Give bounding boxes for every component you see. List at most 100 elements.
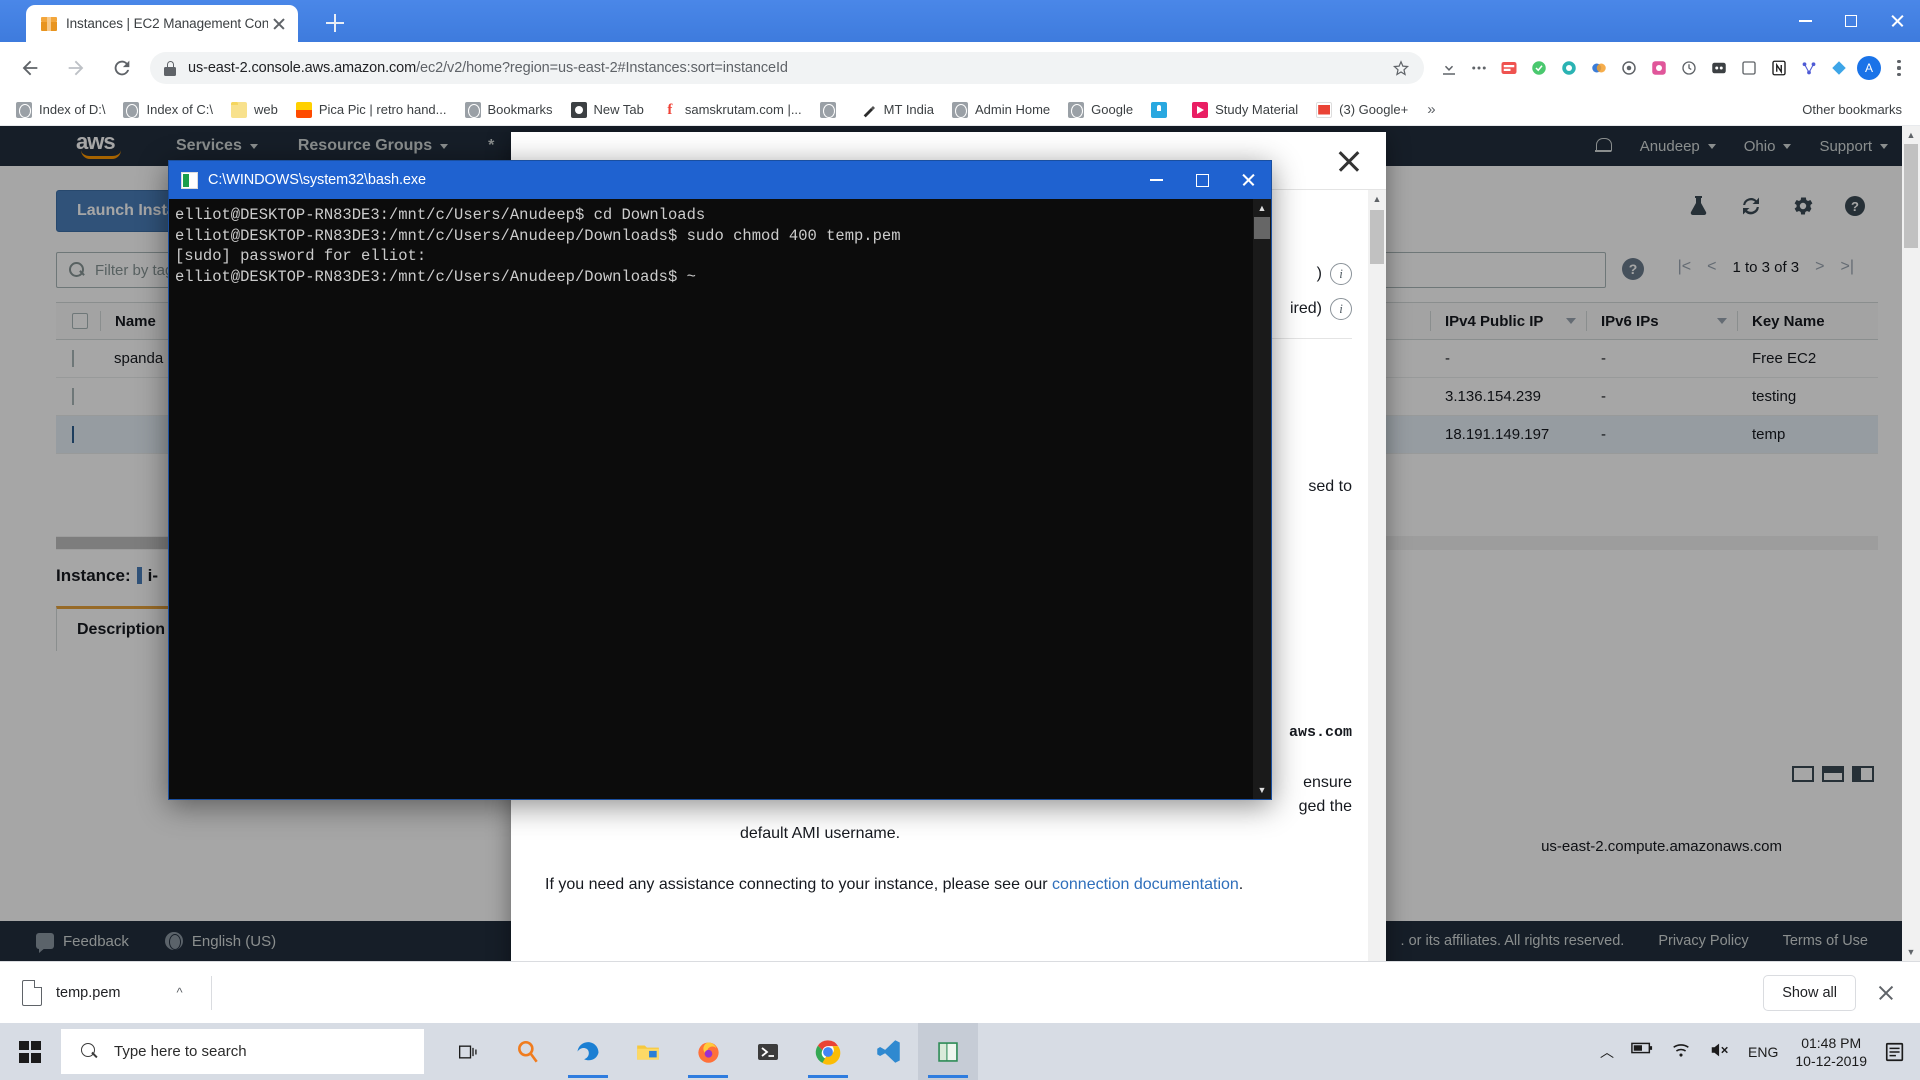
close-icon[interactable] xyxy=(1225,161,1271,199)
download-item[interactable]: temp.pem ^ xyxy=(22,971,197,1015)
download-icon[interactable] xyxy=(1434,53,1464,83)
language-indicator[interactable]: ENG xyxy=(1748,1044,1778,1060)
maximize-icon[interactable] xyxy=(1828,0,1874,42)
back-icon[interactable] xyxy=(10,48,50,88)
battery-icon[interactable] xyxy=(1631,1041,1653,1063)
modal-text-default-ami: default AMI username. xyxy=(740,825,901,843)
extension-green-icon[interactable] xyxy=(1524,53,1554,83)
bookmarks-bar: Index of D:\ Index of C:\ web Pica Pic |… xyxy=(0,94,1920,126)
browser-tab[interactable]: Instances | EC2 Management Con xyxy=(26,5,298,42)
chrome-icon[interactable] xyxy=(798,1023,858,1080)
connection-documentation-link[interactable]: connection documentation xyxy=(1052,876,1239,893)
firefox-icon[interactable] xyxy=(678,1023,738,1080)
info-icon[interactable]: i xyxy=(1330,298,1352,321)
scroll-down-arrow[interactable]: ▼ xyxy=(1253,781,1271,799)
bookmark-pica-pic[interactable]: Pica Pic | retro hand... xyxy=(288,97,455,123)
modal-scrollbar[interactable]: ▲ ▼ xyxy=(1368,190,1386,961)
modal-scrollbar-thumb[interactable] xyxy=(1370,210,1384,264)
notion-icon[interactable] xyxy=(1764,53,1794,83)
extension-blue-orange-icon[interactable] xyxy=(1584,53,1614,83)
page-scrollbar-thumb[interactable] xyxy=(1904,144,1918,248)
wifi-icon[interactable] xyxy=(1670,1041,1692,1063)
other-bookmarks-button[interactable]: Other bookmarks xyxy=(1794,97,1910,123)
extension-teal-icon[interactable] xyxy=(1554,53,1584,83)
bookmark-bookmarks[interactable]: Bookmarks xyxy=(457,97,561,123)
bookmark-samskrutam[interactable]: f samskrutam.com |... xyxy=(654,97,810,123)
bookmark-mt-india[interactable]: MT India xyxy=(853,97,942,123)
close-icon[interactable] xyxy=(1874,0,1920,42)
bookmark-web[interactable]: web xyxy=(223,97,286,123)
bookmark-study-material[interactable]: Study Material xyxy=(1184,97,1306,123)
info-icon[interactable]: i xyxy=(1330,263,1352,286)
extension-dark-icon[interactable] xyxy=(1704,53,1734,83)
action-center-icon[interactable] xyxy=(1884,1041,1906,1063)
close-icon[interactable] xyxy=(268,13,290,35)
terminal-output[interactable]: elliot@DESKTOP-RN83DE3:/mnt/c/Users/Anud… xyxy=(169,199,1253,799)
chevron-up-icon[interactable]: ^ xyxy=(176,985,182,1000)
show-hidden-icons[interactable]: ︿ xyxy=(1600,1042,1614,1062)
bookmark-google-plus[interactable]: (3) Google+ xyxy=(1308,97,1416,123)
minimize-icon[interactable] xyxy=(1133,161,1179,199)
bookmark-label: Bookmarks xyxy=(487,102,553,117)
bookmark-label: Google xyxy=(1091,102,1134,117)
new-tab-button[interactable] xyxy=(320,8,350,38)
taskbar-search-input[interactable]: Type here to search xyxy=(61,1029,424,1074)
minimize-icon[interactable] xyxy=(1782,0,1828,42)
clock[interactable]: 01:48 PM 10-12-2019 xyxy=(1795,1034,1867,1070)
bookmark-label: Index of D:\ xyxy=(39,102,106,117)
browser-toolbar: us-east-2.console.aws.amazon.com/ec2/v2/… xyxy=(0,42,1920,94)
bash-terminal-window: C:\WINDOWS\system32\bash.exe elliot@DESK… xyxy=(168,160,1272,800)
bookmark-index-d[interactable]: Index of D:\ xyxy=(8,97,113,123)
powershell-icon[interactable] xyxy=(738,1023,798,1080)
extension-gray-icon[interactable] xyxy=(1734,53,1764,83)
bookmark-google[interactable]: Google xyxy=(1060,97,1141,123)
forward-icon[interactable] xyxy=(56,48,96,88)
address-bar-url: us-east-2.console.aws.amazon.com/ec2/v2/… xyxy=(188,60,788,76)
terminal-line: [sudo] password for elliot: xyxy=(175,247,427,265)
address-bar[interactable]: us-east-2.console.aws.amazon.com/ec2/v2/… xyxy=(150,52,1424,84)
extension-network-icon[interactable] xyxy=(1794,53,1824,83)
page-scrollbar[interactable]: ▲ ▼ xyxy=(1902,126,1920,961)
bookmark-new-tab[interactable]: New Tab xyxy=(563,97,652,123)
profile-avatar[interactable]: A xyxy=(1854,53,1884,83)
scroll-up-arrow[interactable]: ▲ xyxy=(1253,199,1271,217)
scroll-down-arrow[interactable]: ▼ xyxy=(1902,943,1920,961)
extension-pink-icon[interactable] xyxy=(1644,53,1674,83)
browser-window-controls xyxy=(1782,0,1920,42)
taskbar-apps xyxy=(438,1023,978,1080)
close-icon[interactable] xyxy=(1874,981,1898,1005)
bash-terminal-icon[interactable] xyxy=(918,1023,978,1080)
samskrutam-icon: f xyxy=(667,101,673,118)
reload-icon[interactable] xyxy=(102,48,142,88)
bookmark-admin-home[interactable]: Admin Home xyxy=(944,97,1058,123)
terminal-title-bar[interactable]: C:\WINDOWS\system32\bash.exe xyxy=(169,161,1271,199)
bookmark-index-c[interactable]: Index of C:\ xyxy=(115,97,220,123)
terminal-scrollbar[interactable]: ▲ ▼ xyxy=(1253,199,1271,799)
extension-settings-icon[interactable] xyxy=(1614,53,1644,83)
terminal-scrollbar-thumb[interactable] xyxy=(1254,217,1270,239)
globe-icon xyxy=(464,101,481,118)
bookmarks-overflow-button[interactable]: » xyxy=(1418,101,1444,118)
bookmark-telegram[interactable] xyxy=(1143,97,1182,123)
scroll-up-arrow[interactable]: ▲ xyxy=(1368,190,1386,208)
extension-diamond-icon[interactable] xyxy=(1824,53,1854,83)
extension-red-icon[interactable] xyxy=(1494,53,1524,83)
show-all-button[interactable]: Show all xyxy=(1763,974,1856,1011)
extension-puzzle-icon[interactable] xyxy=(1464,53,1494,83)
bookmark-label: New Tab xyxy=(593,102,644,117)
volume-muted-icon[interactable] xyxy=(1709,1041,1731,1063)
close-icon[interactable] xyxy=(1336,148,1362,174)
extension-clock-icon[interactable] xyxy=(1674,53,1704,83)
file-explorer-icon[interactable] xyxy=(618,1023,678,1080)
task-view-icon[interactable] xyxy=(438,1023,498,1080)
maximize-icon[interactable] xyxy=(1179,161,1225,199)
bookmark-globe-only[interactable] xyxy=(812,97,851,123)
edge-icon[interactable] xyxy=(558,1023,618,1080)
windows-start-icon[interactable] xyxy=(0,1023,60,1080)
console-icon xyxy=(181,171,198,189)
bookmark-star-icon[interactable] xyxy=(1392,59,1410,77)
scroll-up-arrow[interactable]: ▲ xyxy=(1902,126,1920,144)
cortana-search-icon[interactable] xyxy=(498,1023,558,1080)
vscode-icon[interactable] xyxy=(858,1023,918,1080)
chrome-menu-icon[interactable] xyxy=(1884,53,1914,83)
